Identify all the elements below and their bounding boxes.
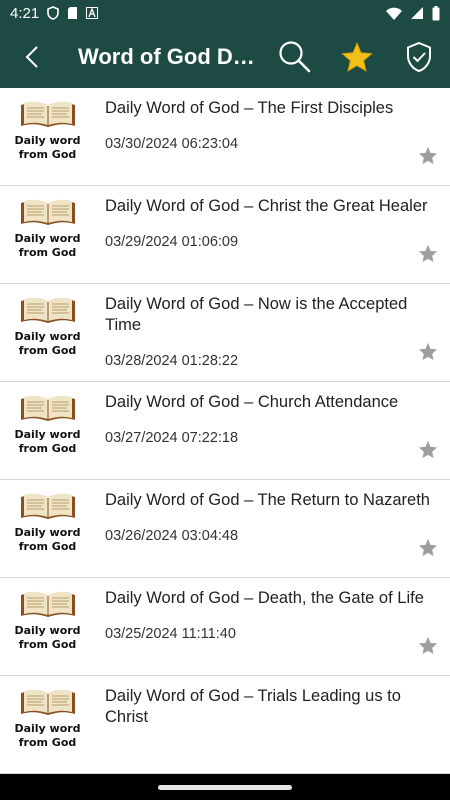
devotional-list: Daily word from God Daily Word of God – … xyxy=(0,88,450,774)
privacy-button[interactable] xyxy=(388,26,450,88)
item-title: Daily Word of God – Death, the Gate of L… xyxy=(105,589,424,607)
favorite-star-icon[interactable] xyxy=(418,244,438,263)
thumbnail-caption: Daily word from God xyxy=(14,526,81,553)
book-icon xyxy=(20,101,75,127)
item-date: 03/25/2024 11:11:40 xyxy=(105,626,236,642)
thumbnail-caption: Daily word from God xyxy=(14,428,81,455)
book-icon xyxy=(20,591,75,617)
home-handle[interactable] xyxy=(158,784,292,790)
item-date: 03/26/2024 03:04:48 xyxy=(105,528,239,544)
list-item[interactable]: Daily word from God Daily Word of God – … xyxy=(0,382,450,480)
thumbnail: Daily word from God xyxy=(0,284,95,381)
item-title: Daily Word of God – Church Attendance xyxy=(105,393,399,411)
search-button[interactable] xyxy=(264,26,326,88)
item-date: 03/27/2024 07:22:18 xyxy=(105,430,239,446)
thumbnail-caption: Daily word from God xyxy=(14,232,81,259)
list-item[interactable]: Daily word from God Daily Word of God – … xyxy=(0,186,450,284)
book-icon xyxy=(20,689,75,715)
status-bar: 4:21 xyxy=(0,0,450,26)
favorite-star-icon[interactable] xyxy=(418,440,438,459)
favorite-star-icon[interactable] xyxy=(418,342,438,361)
shield-check-icon xyxy=(407,41,431,73)
list-item[interactable]: Daily word from God Daily Word of God – … xyxy=(0,284,450,382)
favorite-star-icon[interactable] xyxy=(418,538,438,557)
thumbnail: Daily word from God xyxy=(0,88,95,185)
star-icon xyxy=(341,42,373,72)
item-title: Daily Word of God – The Return to Nazare… xyxy=(105,491,430,509)
favorites-button[interactable] xyxy=(326,26,388,88)
font-a-icon xyxy=(86,7,99,19)
sd-card-icon xyxy=(67,6,78,20)
page-title: Word of God De... xyxy=(78,44,258,69)
book-icon xyxy=(20,199,75,225)
thumbnail: Daily word from God xyxy=(0,382,95,479)
status-time: 4:21 xyxy=(10,4,40,22)
battery-icon xyxy=(432,5,440,21)
favorite-star-icon[interactable] xyxy=(418,146,438,165)
item-title: Daily Word of God – Christ the Great Hea… xyxy=(105,197,428,215)
item-title: Daily Word of God – Now is the Accepted … xyxy=(105,295,408,334)
thumbnail: Daily word from God xyxy=(0,578,95,675)
thumbnail: Daily word from God xyxy=(0,480,95,577)
list-item[interactable]: Daily word from God Daily Word of God – … xyxy=(0,676,450,774)
item-title: Daily Word of God – The First Disciples xyxy=(105,99,394,117)
book-icon xyxy=(20,297,75,323)
favorite-star-icon[interactable] xyxy=(418,636,438,655)
item-date: 03/30/2024 06:23:04 xyxy=(105,136,239,152)
chevron-left-icon xyxy=(25,46,38,68)
thumbnail-caption: Daily word from God xyxy=(14,330,81,357)
item-date: 03/28/2024 01:28:22 xyxy=(105,353,239,369)
thumbnail: Daily word from God xyxy=(0,186,95,283)
search-icon xyxy=(279,41,311,73)
thumbnail-caption: Daily word from God xyxy=(14,722,81,749)
signal-icon xyxy=(410,6,424,20)
thumbnail-caption: Daily word from God xyxy=(14,134,81,161)
system-nav-bar xyxy=(0,774,450,800)
thumbnail-caption: Daily word from God xyxy=(14,624,81,651)
wifi-icon xyxy=(386,7,402,20)
thumbnail: Daily word from God xyxy=(0,676,95,773)
list-item[interactable]: Daily word from God Daily Word of God – … xyxy=(0,480,450,578)
book-icon xyxy=(20,493,75,519)
shield-icon xyxy=(47,6,60,20)
app-bar: Word of God De... xyxy=(0,26,450,88)
list-item[interactable]: Daily word from God Daily Word of God – … xyxy=(0,578,450,676)
item-title: Daily Word of God – Trials Leading us to… xyxy=(105,687,401,726)
book-icon xyxy=(20,395,75,421)
list-item[interactable]: Daily word from God Daily Word of God – … xyxy=(0,88,450,186)
back-button[interactable] xyxy=(0,26,64,88)
item-date: 03/29/2024 01:06:09 xyxy=(105,234,239,250)
